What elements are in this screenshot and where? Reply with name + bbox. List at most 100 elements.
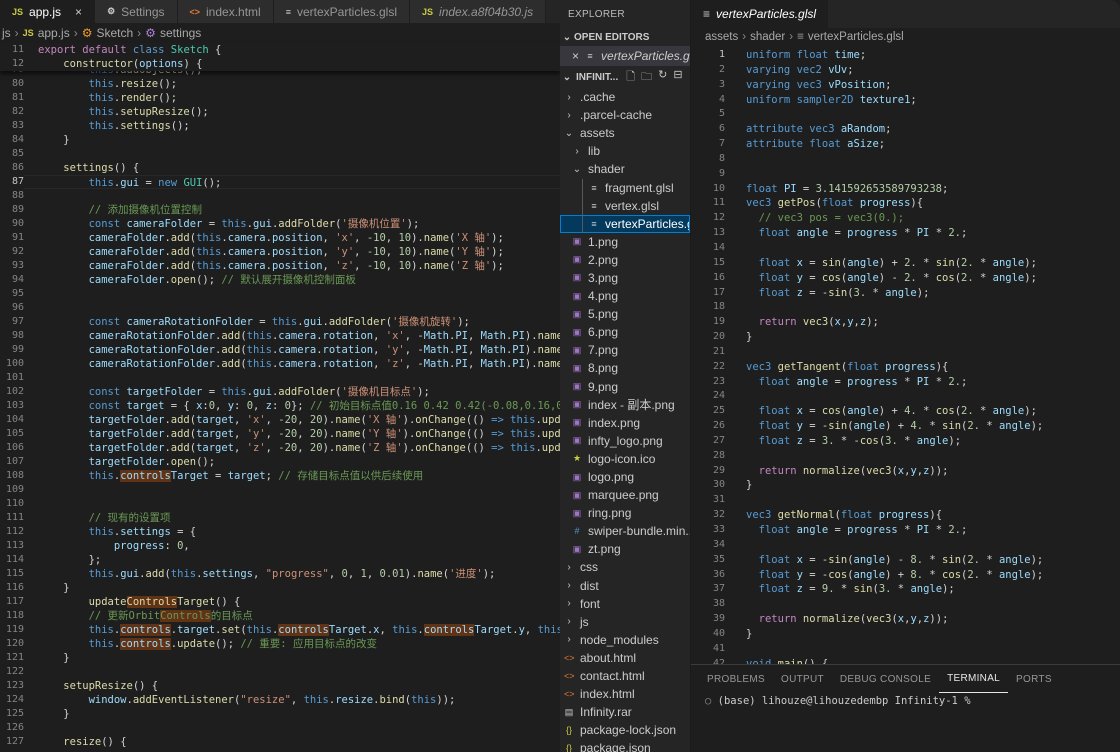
tree-folder[interactable]: › js [560, 613, 690, 631]
tree-file[interactable]: ▣ 3.png [560, 269, 690, 287]
open-editor-item[interactable]: × ≡ vertexParticles.glsl [560, 46, 690, 66]
code-line[interactable]: 38 [691, 597, 1120, 612]
code-line[interactable]: 35 float x = -sin(angle) - 8. * sin(2. *… [691, 553, 1120, 568]
right-breadcrumb[interactable]: assets › shader › ≡ vertexParticles.glsl [691, 28, 1120, 46]
code-line[interactable]: 1 uniform float time; [691, 48, 1120, 63]
open-editors-header[interactable]: ⌄ OPEN EDITORS [560, 28, 690, 46]
tree-folder[interactable]: › .parcel-cache [560, 106, 690, 124]
sticky-scroll-header[interactable]: 11 export default class Sketch {12 constr… [0, 43, 560, 71]
panel-tab-terminal[interactable]: TERMINAL [939, 665, 1009, 693]
code-line[interactable]: 96 [0, 301, 560, 315]
code-line[interactable]: 119 this.controls.target.set(this.contro… [0, 623, 560, 637]
code-line[interactable]: 90 const cameraFolder = this.gui.addFold… [0, 217, 560, 231]
tree-folder[interactable]: › node_modules [560, 631, 690, 649]
code-line[interactable]: 93 cameraFolder.add(this.camera.position… [0, 259, 560, 273]
panel-tab-ports[interactable]: PORTS [1008, 665, 1060, 693]
code-line[interactable]: 39 return normalize(vec3(x,y,z)); [691, 612, 1120, 627]
code-line[interactable]: 114 }; [0, 553, 560, 567]
code-line[interactable]: 15 float x = sin(angle) + 2. * sin(2. * … [691, 256, 1120, 271]
code-line[interactable]: 110 [0, 497, 560, 511]
breadcrumb-segment[interactable]: assets [705, 31, 738, 43]
tree-folder[interactable]: › lib [560, 142, 690, 160]
panel-tab-problems[interactable]: PROBLEMS [699, 665, 773, 693]
breadcrumb-folder[interactable]: js [2, 26, 11, 40]
tree-file[interactable]: ▣ 1.png [560, 233, 690, 251]
code-line[interactable]: 28 [691, 449, 1120, 464]
code-line[interactable]: 111 // 现有的设置项 [0, 511, 560, 525]
code-line[interactable]: 98 cameraRotationFolder.add(this.camera.… [0, 329, 560, 343]
code-line[interactable]: 116 } [0, 581, 560, 595]
code-line[interactable]: 14 [691, 241, 1120, 256]
code-line[interactable]: 113 progress: 0, [0, 539, 560, 553]
new-file-icon[interactable]: 🗋 [626, 68, 635, 87]
code-line[interactable]: 107 targetFolder.open(); [0, 455, 560, 469]
breadcrumb-file[interactable]: app.js [38, 26, 70, 40]
code-line[interactable]: 86 settings() { [0, 161, 560, 175]
code-line[interactable]: 85 [0, 147, 560, 161]
code-line[interactable]: 40} [691, 627, 1120, 642]
code-line[interactable]: 92 cameraFolder.add(this.camera.position… [0, 245, 560, 259]
tree-folder[interactable]: › font [560, 595, 690, 613]
tree-file[interactable]: ▣ infty_logo.png [560, 432, 690, 450]
code-line[interactable]: 104 targetFolder.add(target, 'x', -20, 2… [0, 413, 560, 427]
code-line[interactable]: 120 this.controls.update(); // 重要: 应用目标点… [0, 637, 560, 651]
code-line[interactable]: 33 float angle = progress * PI * 2.; [691, 523, 1120, 538]
tree-folder[interactable]: › dist [560, 577, 690, 595]
code-line[interactable]: 13 float angle = progress * PI * 2.; [691, 226, 1120, 241]
terminal-output[interactable]: ○ (base) lihouze@lihouzedembp Infinity-1… [691, 693, 1120, 709]
code-line[interactable]: 122 [0, 665, 560, 679]
code-line[interactable]: 91 cameraFolder.add(this.camera.position… [0, 231, 560, 245]
code-line[interactable]: 118 // 更新OrbitControls的目标点 [0, 609, 560, 623]
code-line[interactable]: 9 [691, 167, 1120, 182]
tab-settings[interactable]: ⚙ Settings [95, 0, 178, 23]
tree-file[interactable]: ▣ index - 副本.png [560, 396, 690, 414]
code-line[interactable]: 34 [691, 538, 1120, 553]
left-code-area[interactable]: 79 this.addObjects();80 this.resize();81… [0, 63, 560, 749]
tree-file[interactable]: ≡ fragment.glsl [560, 178, 690, 197]
tree-file[interactable]: {} package.json [560, 739, 690, 752]
tab-vertexparticles[interactable]: ≡ vertexParticles.glsl [691, 0, 829, 28]
code-line[interactable]: 109 [0, 483, 560, 497]
tree-file[interactable]: # swiper-bundle.min.... [560, 522, 690, 540]
tree-file[interactable]: ▣ marquee.png [560, 486, 690, 504]
panel-tab-debug-console[interactable]: DEBUG CONSOLE [832, 665, 939, 693]
code-line[interactable]: 17 float z = -sin(3. * angle); [691, 286, 1120, 301]
code-line[interactable]: 88 [0, 189, 560, 203]
code-line[interactable]: 126 [0, 721, 560, 735]
code-line[interactable]: 31 [691, 493, 1120, 508]
breadcrumb-method[interactable]: settings [160, 26, 201, 40]
tree-file[interactable]: {} package-lock.json [560, 721, 690, 739]
tree-file[interactable]: <> index.html [560, 685, 690, 703]
code-line[interactable]: 121 } [0, 651, 560, 665]
tree-file[interactable]: ≡ vertexParticles.glsl [560, 214, 690, 233]
code-line[interactable]: 19 return vec3(x,y,z); [691, 315, 1120, 330]
new-folder-icon[interactable]: 🗀 [641, 68, 652, 87]
close-icon[interactable]: × [572, 49, 579, 63]
code-line[interactable]: 41 [691, 642, 1120, 657]
code-line[interactable]: 36 float y = -cos(angle) + 8. * cos(2. *… [691, 568, 1120, 583]
tree-file[interactable]: ▣ 5.png [560, 305, 690, 323]
tree-file[interactable]: ▣ 8.png [560, 359, 690, 377]
code-line[interactable]: 89 // 添加摄像机位置控制 [0, 203, 560, 217]
right-code-area[interactable]: 1 uniform float time; 2 varying vec2 vUv; 3 v… [691, 46, 1120, 671]
tree-file[interactable]: ≡ vertex.glsl [560, 196, 690, 215]
code-line[interactable]: 106 targetFolder.add(target, 'z', -20, 2… [0, 441, 560, 455]
tree-file[interactable]: ▤ Infinity.rar [560, 703, 690, 721]
tree-file[interactable]: <> about.html [560, 649, 690, 667]
left-breadcrumb[interactable]: js › JS app.js › ⚙ Sketch › ⚙ settings [0, 23, 560, 43]
collapse-all-icon[interactable]: ⊟ [673, 68, 682, 87]
code-line[interactable]: 95 [0, 287, 560, 301]
code-line[interactable]: 32 vec3 getNormal(float progress){ [691, 508, 1120, 523]
code-line[interactable]: 2 varying vec2 vUv; [691, 63, 1120, 78]
code-line[interactable]: 100 cameraRotationFolder.add(this.camera… [0, 357, 560, 371]
code-line[interactable]: 101 [0, 371, 560, 385]
tree-file[interactable]: ▣ 2.png [560, 251, 690, 269]
tab-vertexparticles-glsl[interactable]: ≡ vertexParticles.glsl [273, 0, 411, 23]
tree-folder[interactable]: ⌄ assets [560, 124, 690, 142]
code-line[interactable]: 94 cameraFolder.open(); // 默认展开摄像机控制面板 [0, 273, 560, 287]
code-line[interactable]: 21 [691, 345, 1120, 360]
tree-file[interactable]: ▣ index.png [560, 414, 690, 432]
code-line[interactable]: 127 resize() { [0, 735, 560, 749]
code-line[interactable]: 12 // vec3 pos = vec3(0.); [691, 211, 1120, 226]
code-line[interactable]: 23 float angle = progress * PI * 2.; [691, 375, 1120, 390]
